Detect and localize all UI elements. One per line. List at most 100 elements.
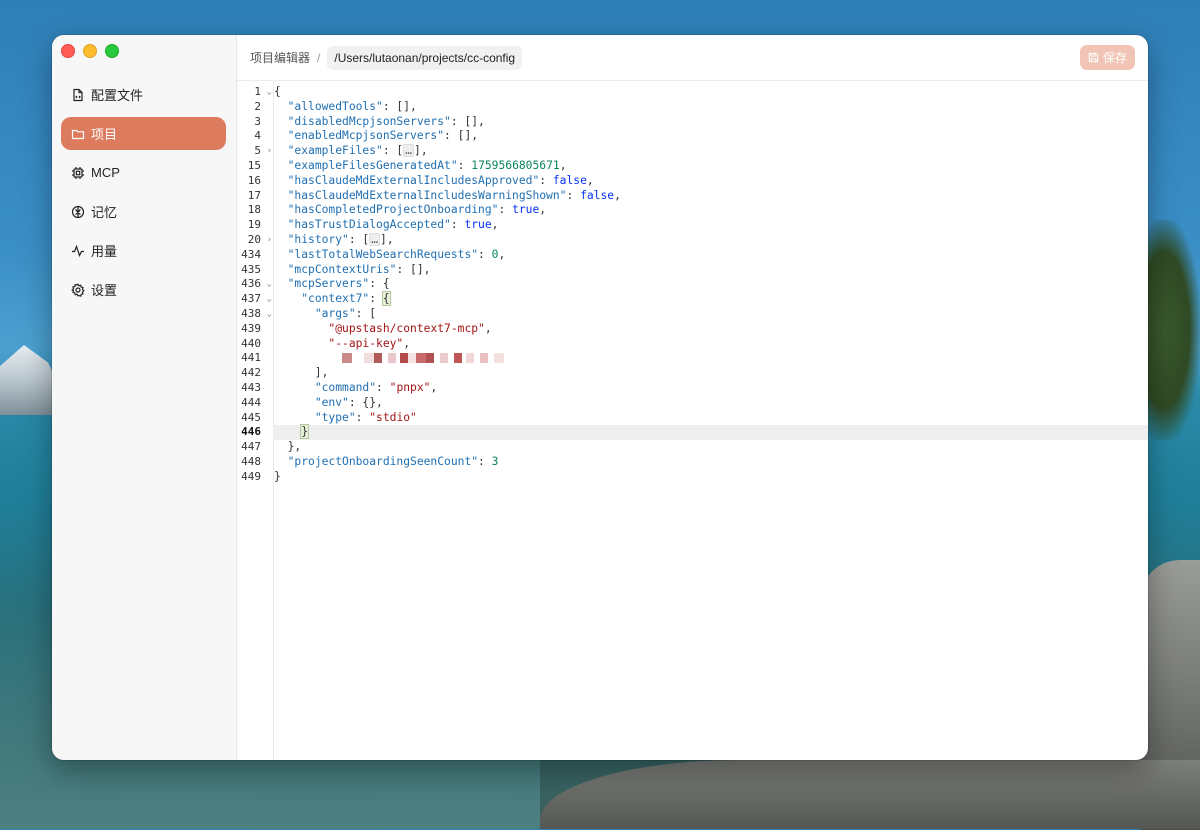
line-number: 443 xyxy=(237,381,273,396)
code-line[interactable]: "hasCompletedProjectOnboarding": true, xyxy=(274,203,1148,218)
matched-bracket: { xyxy=(381,291,391,307)
line-number: 440 xyxy=(237,337,273,352)
json-punctuation xyxy=(274,425,301,438)
code-editor[interactable]: 1 ⌄ 2 3 4 5 › 15 16 17 18 19 20 › 434 435 436 ⌄ 437 ⌄ 438 ⌄ 43… xyxy=(237,81,1148,760)
json-key: "projectOnboardingSeenCount" xyxy=(287,454,479,468)
redacted-api-key xyxy=(342,351,505,364)
minimize-window-button[interactable] xyxy=(83,44,97,58)
code-line[interactable]: "allowedTools": [], xyxy=(274,100,1148,115)
sidebar-item-settings[interactable]: 设置 xyxy=(61,273,226,306)
line-number: 441 xyxy=(237,351,273,366)
code-line[interactable]: "@upstash/context7-mcp", xyxy=(274,322,1148,337)
background-trees xyxy=(1140,220,1200,440)
code-line[interactable]: "hasTrustDialogAccepted": true, xyxy=(274,218,1148,233)
code-line[interactable] xyxy=(274,351,1148,366)
collapsed-placeholder[interactable]: … xyxy=(369,232,381,246)
redaction-block xyxy=(426,353,435,364)
fold-closed-chevron-icon[interactable]: › xyxy=(267,144,272,159)
code-line[interactable]: "history": […], xyxy=(274,232,1148,248)
code-line[interactable]: "exampleFilesGeneratedAt": 1759566805671… xyxy=(274,159,1148,174)
line-number-text: 439 xyxy=(241,321,261,335)
json-punctuation xyxy=(274,322,328,335)
json-punctuation xyxy=(274,189,288,202)
code-line[interactable]: "command": "pnpx", xyxy=(274,381,1148,396)
json-punctuation: , xyxy=(491,218,499,232)
line-number: 446 xyxy=(237,425,273,440)
json-punctuation: : { xyxy=(369,277,390,291)
redaction-block xyxy=(364,353,375,364)
json-punctuation: , xyxy=(484,321,492,335)
json-punctuation: , xyxy=(614,188,621,202)
json-punctuation xyxy=(274,159,288,172)
line-number-text: 1 xyxy=(254,85,261,98)
code-line[interactable]: "projectOnboardingSeenCount": 3 xyxy=(274,455,1148,470)
zoom-window-button[interactable] xyxy=(105,44,119,58)
close-window-button[interactable] xyxy=(61,44,75,58)
line-number: 436 ⌄ xyxy=(237,277,273,292)
breadcrumb[interactable]: 项目编辑器 xyxy=(250,49,310,66)
code-line[interactable]: "mcpServers": { xyxy=(274,277,1148,292)
fold-closed-chevron-icon[interactable]: › xyxy=(267,233,272,248)
json-punctuation xyxy=(274,218,288,231)
sidebar-item-usage[interactable]: 用量 xyxy=(61,234,226,267)
json-punctuation: , xyxy=(498,247,506,261)
sidebar-item-projects[interactable]: 项目 xyxy=(61,117,226,150)
code-area[interactable]: { "allowedTools": [], "disabledMcpjsonSe… xyxy=(274,81,1148,760)
code-line[interactable]: } xyxy=(274,470,1148,485)
json-punctuation: : xyxy=(355,410,370,424)
sidebar-item-memory[interactable]: 记忆 xyxy=(61,195,226,228)
json-punctuation: : xyxy=(376,380,390,394)
json-punctuation: , xyxy=(430,380,438,394)
sidebar-item-label: 设置 xyxy=(91,283,118,298)
code-line[interactable]: "args": [ xyxy=(274,307,1148,322)
sidebar-item-mcp[interactable]: MCP xyxy=(61,156,226,189)
fold-open-chevron-icon[interactable]: ⌄ xyxy=(267,277,272,292)
json-key: "type" xyxy=(314,410,356,424)
code-line[interactable]: "hasClaudeMdExternalIncludesApproved": f… xyxy=(274,174,1148,189)
fold-open-chevron-icon[interactable]: ⌄ xyxy=(267,85,272,100)
json-punctuation: : [], xyxy=(382,99,417,113)
json-key: "hasClaudeMdExternalIncludesWarningShown… xyxy=(287,188,567,202)
json-punctuation xyxy=(274,174,288,187)
code-line[interactable]: }, xyxy=(274,440,1148,455)
json-string: "pnpx" xyxy=(389,380,431,394)
save-button[interactable]: 保存 xyxy=(1080,45,1135,70)
json-punctuation: ], xyxy=(274,366,329,380)
code-line[interactable]: "enabledMcpjsonServers": [], xyxy=(274,129,1148,144)
code-line[interactable]: "mcpContextUris": [], xyxy=(274,263,1148,278)
json-punctuation xyxy=(274,351,342,364)
json-key: "hasTrustDialogAccepted" xyxy=(287,218,451,232)
line-number-text: 438 xyxy=(241,306,261,320)
code-line[interactable]: "--api-key", xyxy=(274,337,1148,352)
code-line[interactable]: { xyxy=(274,85,1148,100)
collapsed-placeholder[interactable]: … xyxy=(403,144,415,158)
json-key: "hasCompletedProjectOnboarding" xyxy=(287,203,499,217)
code-line[interactable]: "env": {}, xyxy=(274,396,1148,411)
json-punctuation xyxy=(274,115,288,128)
code-line[interactable]: "exampleFiles": […], xyxy=(274,144,1148,159)
json-boolean: true xyxy=(512,203,540,217)
json-punctuation: : [ xyxy=(355,306,377,320)
line-number-text: 18 xyxy=(247,203,261,217)
activity-icon xyxy=(71,244,85,258)
line-number-text: 435 xyxy=(241,262,261,276)
code-line[interactable]: ], xyxy=(274,366,1148,381)
line-number: 4 xyxy=(237,129,273,144)
code-line[interactable]: "hasClaudeMdExternalIncludesWarningShown… xyxy=(274,189,1148,204)
code-line[interactable]: "disabledMcpjsonServers": [], xyxy=(274,115,1148,130)
redaction-block xyxy=(388,353,397,364)
editor-toolbar: 项目编辑器 / /Users/lutaonan/projects/cc-conf… xyxy=(237,35,1148,81)
fold-open-chevron-icon[interactable]: ⌄ xyxy=(267,307,272,322)
redaction-block xyxy=(408,353,417,364)
code-line[interactable]: "type": "stdio" xyxy=(274,411,1148,426)
sidebar-item-config-files[interactable]: 配置文件 xyxy=(61,78,226,111)
brain-icon xyxy=(71,205,85,219)
json-punctuation xyxy=(274,100,288,113)
text-cursor xyxy=(308,426,310,439)
fold-open-chevron-icon[interactable]: ⌄ xyxy=(267,292,272,307)
line-number-text: 15 xyxy=(247,158,261,172)
code-line[interactable]: "lastTotalWebSearchRequests": 0, xyxy=(274,248,1148,263)
code-line[interactable]: "context7": { xyxy=(274,291,1148,307)
code-line[interactable]: } xyxy=(274,424,1148,441)
line-number: 438 ⌄ xyxy=(237,307,273,322)
